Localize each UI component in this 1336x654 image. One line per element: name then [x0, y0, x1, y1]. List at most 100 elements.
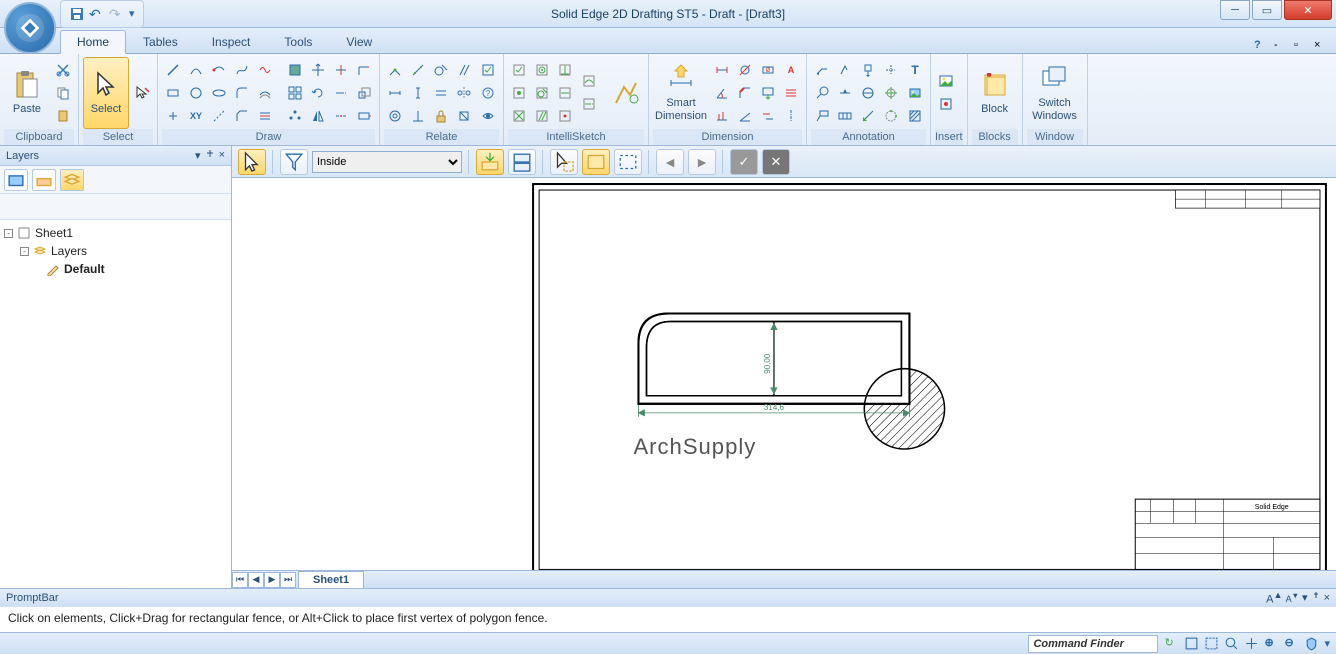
dim-charsym-icon[interactable]: Ø [757, 59, 779, 81]
datum-target-icon[interactable] [857, 82, 879, 104]
is-perp-icon[interactable] [554, 59, 576, 81]
status-zoom-icon[interactable] [1224, 636, 1239, 651]
is-parallel-icon[interactable] [531, 105, 553, 127]
point-icon[interactable] [162, 105, 184, 127]
is-point-icon[interactable] [554, 105, 576, 127]
promptbar-close-icon[interactable]: × [1324, 592, 1330, 604]
dim-between-icon[interactable] [711, 59, 733, 81]
selection-mode-select[interactable]: Inside [312, 151, 462, 173]
dim-symdia-icon[interactable] [734, 59, 756, 81]
help-icon[interactable]: ? [1254, 39, 1268, 53]
dim-angcoord-icon[interactable] [734, 105, 756, 127]
is-midpoint-icon[interactable] [508, 82, 530, 104]
offset-icon[interactable] [254, 82, 276, 104]
sheet-prev-icon[interactable]: ◀ [248, 572, 264, 588]
layers-tool1-icon[interactable] [4, 169, 28, 191]
arc-icon[interactable] [185, 59, 207, 81]
qat-dropdown-icon[interactable]: ▾ [129, 7, 135, 20]
mdi-restore-icon[interactable]: ▫ [1294, 39, 1308, 53]
connect-icon[interactable] [384, 59, 406, 81]
promptbar-options-icon[interactable]: ▾ [1302, 591, 1308, 604]
smart-dimension-button[interactable]: Smart Dimension [653, 57, 709, 129]
cb-bottom-up-icon[interactable] [508, 149, 536, 175]
tab-home[interactable]: Home [60, 30, 126, 54]
is-silhouette-icon[interactable] [578, 70, 600, 92]
trim-icon[interactable] [330, 59, 352, 81]
tab-inspect[interactable]: Inspect [195, 30, 268, 53]
application-button[interactable] [4, 2, 56, 54]
equal-icon[interactable] [430, 82, 452, 104]
split-icon[interactable] [330, 105, 352, 127]
rectangle-icon[interactable] [162, 82, 184, 104]
hatch-icon[interactable] [904, 105, 926, 127]
status-dropdown-icon[interactable]: ▾ [1324, 637, 1330, 650]
centerline-icon[interactable] [880, 59, 902, 81]
block-button[interactable]: Block [972, 57, 1018, 129]
layers-tool3-icon[interactable] [60, 169, 84, 191]
tab-tables[interactable]: Tables [126, 30, 195, 53]
command-finder-input[interactable]: Command Finder [1028, 635, 1158, 653]
text-icon[interactable]: T [904, 59, 926, 81]
status-zoomarea-icon[interactable] [1204, 636, 1219, 651]
extend-icon[interactable] [330, 82, 352, 104]
dim-arrange-icon[interactable] [780, 82, 802, 104]
image-icon[interactable] [904, 82, 926, 104]
tab-view[interactable]: View [329, 30, 389, 53]
status-shield-icon[interactable] [1304, 636, 1319, 651]
cut-icon[interactable] [52, 59, 74, 81]
xy-icon[interactable]: XY [185, 105, 207, 127]
move-icon[interactable] [307, 59, 329, 81]
panel-options-icon[interactable]: ▾ [195, 149, 201, 162]
is-center-icon[interactable] [531, 59, 553, 81]
circle-icon[interactable] [185, 82, 207, 104]
weld-icon[interactable] [834, 82, 856, 104]
balloon-icon[interactable] [811, 82, 833, 104]
bolt-circle-icon[interactable] [880, 105, 902, 127]
curve-icon[interactable] [231, 59, 253, 81]
perpendicular-icon[interactable] [407, 105, 429, 127]
expander-icon[interactable]: - [4, 229, 13, 238]
select-options-icon[interactable] [131, 82, 153, 104]
parallel-icon[interactable] [453, 59, 475, 81]
intellisketch-options-button[interactable] [608, 57, 644, 129]
relationship-assistant-icon[interactable]: ? [477, 82, 499, 104]
maximize-button[interactable]: ▭ [1252, 0, 1282, 20]
lock-icon[interactable] [430, 105, 452, 127]
insert-image-icon[interactable] [935, 70, 957, 92]
symmetric-icon[interactable] [453, 82, 475, 104]
cb-overlap-icon[interactable] [550, 149, 578, 175]
font-small-icon[interactable]: A▼ [1286, 591, 1299, 604]
colinear-icon[interactable] [407, 59, 429, 81]
layers-tool2-icon[interactable] [32, 169, 56, 191]
dim-copy-icon[interactable] [757, 105, 779, 127]
close-button[interactable]: ✕ [1284, 0, 1332, 20]
font-big-icon[interactable]: A▲ [1266, 590, 1282, 606]
copy-icon[interactable] [52, 82, 74, 104]
construction-icon[interactable] [208, 105, 230, 127]
select-button[interactable]: Select [83, 57, 129, 129]
paste-button[interactable]: Paste [4, 57, 50, 129]
ellipse-icon[interactable] [208, 82, 230, 104]
is-horz-icon[interactable] [554, 82, 576, 104]
rotate-icon[interactable] [307, 82, 329, 104]
tab-tools[interactable]: Tools [267, 30, 329, 53]
pin-icon[interactable] [204, 149, 216, 161]
dim-retrieve-icon[interactable] [757, 82, 779, 104]
is-intersect-icon[interactable] [508, 105, 530, 127]
redo-icon[interactable]: ↷ [109, 6, 125, 22]
dim-autodim-icon[interactable]: A [780, 59, 802, 81]
cb-lasso-icon[interactable] [614, 149, 642, 175]
extend-corner-icon[interactable] [353, 59, 375, 81]
tangent-icon[interactable] [430, 59, 452, 81]
symmetric-offset-icon[interactable] [254, 105, 276, 127]
spline-icon[interactable] [254, 59, 276, 81]
mdi-close-icon[interactable]: × [1314, 39, 1328, 53]
undo-icon[interactable]: ↶ [89, 6, 105, 22]
dim-axis-icon[interactable] [780, 105, 802, 127]
mirror-icon[interactable] [307, 105, 329, 127]
centermark-icon[interactable] [880, 82, 902, 104]
status-zoomin-icon[interactable]: ⊕ [1264, 636, 1279, 651]
sheet-next-icon[interactable]: ▶ [264, 572, 280, 588]
drawing-viewport[interactable]: Solid Edge [232, 178, 1336, 570]
vertical-icon[interactable] [407, 82, 429, 104]
